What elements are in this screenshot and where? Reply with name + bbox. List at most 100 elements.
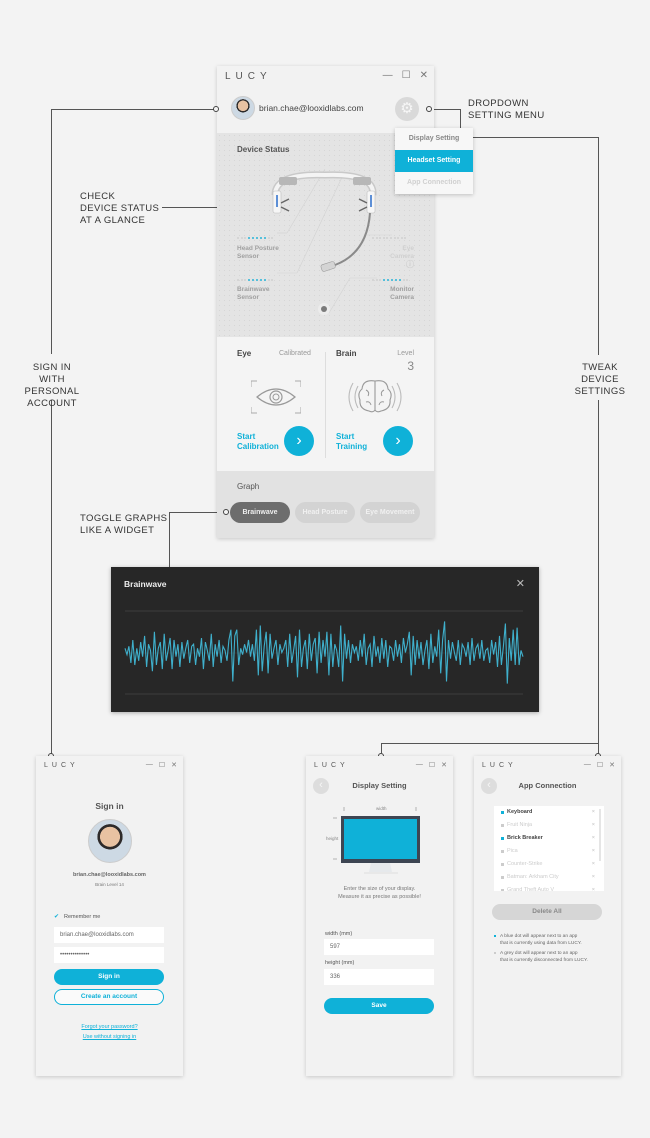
annotation-line: TWEAK — [582, 362, 618, 373]
settings-button[interactable]: ⚙ — [395, 97, 419, 121]
close-icon[interactable]: ✕ — [609, 761, 615, 769]
note-line: A blue dot will appear next to an app — [500, 934, 578, 939]
minimize-icon[interactable]: — — [146, 761, 153, 769]
close-icon[interactable]: ✕ — [171, 761, 177, 769]
action-line: Calibration — [237, 442, 279, 451]
close-icon[interactable]: ✕ — [420, 70, 428, 81]
gear-icon: ⚙ — [400, 100, 414, 117]
guide-line — [328, 277, 351, 314]
headset-clip — [358, 198, 368, 212]
annotation-line: DROPDOWN — [468, 98, 529, 109]
annotation-line: AT A GLANCE — [80, 215, 146, 226]
sensor-label-line: Eye — [402, 245, 414, 252]
signal-dot — [244, 279, 247, 281]
grey-dot-icon — [494, 952, 496, 954]
signal-dot — [389, 237, 392, 239]
delete-all-button[interactable]: Delete All — [492, 904, 602, 920]
status-dot — [501, 876, 504, 879]
minimize-icon[interactable]: — — [416, 761, 423, 769]
window-controls: — ☐ ✕ — [383, 70, 428, 81]
remove-icon[interactable]: × — [592, 858, 595, 871]
headset-arm — [353, 177, 371, 185]
app-list: Keyboard × Fruit Ninja × Brick Breaker × Pi… — [494, 806, 604, 891]
minimize-icon[interactable]: — — [383, 70, 393, 81]
create-account-button[interactable]: Create an account — [54, 989, 164, 1005]
close-icon[interactable]: ✕ — [441, 761, 447, 769]
connector-line — [473, 137, 598, 138]
email-field[interactable]: brian.chae@looxidlabs.com — [54, 927, 164, 943]
window-controls: — ☐ ✕ — [146, 761, 177, 769]
app-item[interactable]: Fruit Ninja × — [494, 819, 604, 832]
avatar[interactable] — [231, 96, 255, 120]
eye-icon — [251, 380, 301, 414]
forgot-password-link[interactable]: Forgot your password? — [36, 1024, 183, 1030]
signal-dot — [259, 237, 263, 240]
width-label: width (mm) — [325, 931, 353, 937]
connector-line — [169, 512, 170, 567]
signal-dot — [240, 237, 243, 239]
info-icon[interactable]: ⓘ — [390, 261, 414, 269]
remove-icon[interactable]: × — [592, 832, 595, 845]
remove-icon[interactable]: × — [592, 884, 595, 891]
menu-item-app-connection[interactable]: App Connection — [395, 172, 473, 194]
menu-item-display-setting[interactable]: Display Setting — [395, 128, 473, 150]
brainwave-widget: Brainwave ✕ — [111, 567, 539, 712]
remove-icon[interactable]: × — [592, 819, 595, 832]
start-training-label[interactable]: Start Training — [336, 432, 367, 452]
menu-item-headset-setting[interactable]: Headset Setting — [395, 150, 473, 172]
use-without-signin-link[interactable]: Use without signing in — [36, 1034, 183, 1040]
headset-clip — [280, 198, 290, 212]
app-item[interactable]: Brick Breaker × — [494, 832, 604, 845]
status-dot — [501, 850, 504, 853]
signal-dot — [393, 237, 396, 239]
width-input[interactable]: 597 — [324, 939, 434, 955]
sensor-label-line: Sensor — [237, 294, 260, 301]
eye-card-label: Eye — [237, 349, 252, 358]
save-button[interactable]: Save — [324, 998, 434, 1014]
annotation-line: SETTINGS — [574, 386, 626, 397]
height-tick-label: height — [326, 836, 339, 841]
signal-dot — [271, 237, 274, 239]
status-dot — [501, 837, 504, 840]
signal-dot — [237, 237, 239, 239]
app-item[interactable]: Counter-Strike × — [494, 858, 604, 871]
app-item[interactable]: Keyboard × — [494, 806, 604, 819]
app-item[interactable]: Grand Theft Auto V × — [494, 884, 604, 891]
brainwave-chart — [124, 610, 524, 695]
note-line: A grey dot will appear next to an app — [500, 951, 578, 956]
signal-dot — [398, 279, 402, 282]
signin-title: Sign in — [95, 801, 124, 811]
signal-dot — [375, 237, 378, 239]
remove-icon[interactable]: × — [592, 845, 595, 858]
level-value: 3 — [407, 359, 414, 373]
height-label: height (mm) — [325, 960, 355, 966]
start-calibration-label[interactable]: Start Calibration — [237, 432, 279, 452]
start-calibration-button[interactable]: › — [284, 426, 314, 456]
toggle-brainwave[interactable]: Brainwave — [230, 502, 290, 523]
toggle-head-posture[interactable]: Head Posture — [295, 502, 355, 523]
maximize-icon[interactable]: ☐ — [429, 761, 435, 769]
signal-bars-monitor-camera — [372, 279, 409, 282]
user-email: brian.chae@looxidlabs.com — [259, 103, 364, 113]
instruction-line2: Measure it as precise as possible! — [338, 894, 421, 900]
minimize-icon[interactable]: — — [584, 761, 591, 769]
start-training-button[interactable]: › — [383, 426, 413, 456]
maximize-icon[interactable]: ☐ — [159, 761, 165, 769]
app-item[interactable]: Batman: Arkham City × — [494, 871, 604, 884]
action-line: Training — [336, 442, 368, 451]
app-name: Fruit Ninja — [507, 822, 533, 828]
toggle-eye-movement[interactable]: Eye Movement — [360, 502, 420, 523]
note-grey: A grey dot will appear next to an app th… — [494, 950, 588, 964]
password-field[interactable]: •••••••••••••• — [54, 947, 164, 963]
remember-checkbox[interactable]: ✔ — [54, 913, 59, 920]
app-item[interactable]: Pica × — [494, 845, 604, 858]
maximize-icon[interactable]: ☐ — [597, 761, 603, 769]
signin-button[interactable]: Sign in — [54, 969, 164, 985]
remove-icon[interactable]: × — [592, 871, 595, 884]
remove-icon[interactable]: × — [592, 806, 595, 819]
signal-dot — [247, 279, 251, 282]
maximize-icon[interactable]: ☐ — [402, 70, 411, 81]
connector-line — [51, 109, 52, 354]
height-input[interactable]: 336 — [324, 969, 434, 985]
app-name: Batman: Arkham City — [507, 874, 559, 880]
